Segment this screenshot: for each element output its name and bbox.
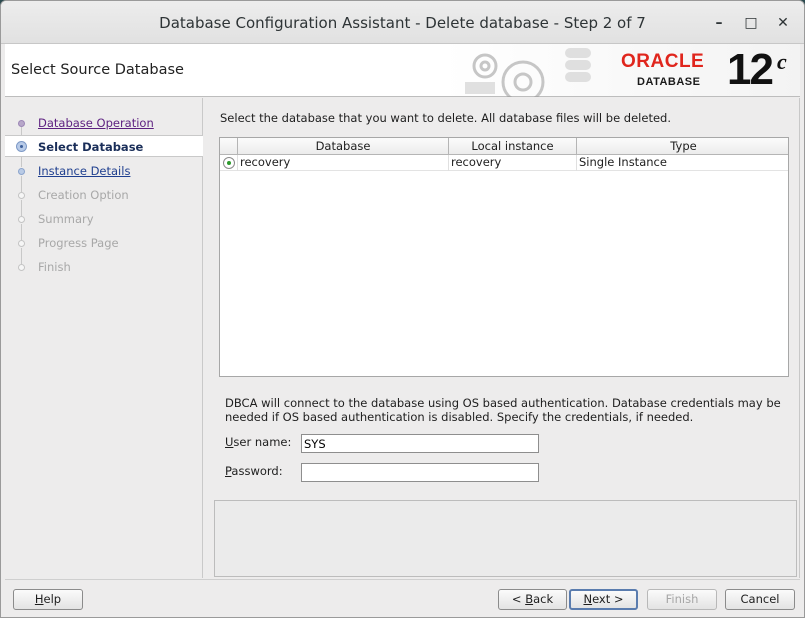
window-title: Database Configuration Assistant - Delet… [159,14,646,32]
minimize-button[interactable]: – [709,13,729,33]
step-disabled-icon [18,192,25,199]
step-label: Summary [38,212,94,226]
message-panel [214,500,797,577]
step-progress-page: Progress Page [5,224,203,254]
column-header-database[interactable]: Database [238,138,449,154]
step-disabled-icon [18,264,25,271]
table-header: Database Local instance Type [220,138,788,155]
back-prefix: < [511,592,526,606]
cell-local-instance[interactable]: recovery [449,155,577,171]
next-button[interactable]: Next > [569,589,638,610]
page-header: Select Source Database ORACLE DATABASE 1… [5,44,800,97]
next-label: ext > [592,592,624,606]
logo-brand: ORACLE [621,51,705,72]
cell-type[interactable]: Single Instance [577,155,790,171]
page-title: Select Source Database [11,62,184,78]
gears-graphic-icon [465,48,591,97]
select-column-header [220,138,238,154]
step-done-icon [18,120,25,127]
step-label: Select Database [38,140,144,154]
button-bar-divider [5,579,800,580]
step-disabled-icon [18,216,25,223]
maximize-button[interactable]: □ [741,13,761,33]
step-database-operation[interactable]: Database Operation [5,112,203,137]
username-label-text: ser name: [233,435,292,449]
step-label: Creation Option [38,188,129,202]
username-input[interactable] [301,434,539,453]
dbca-window: Database Configuration Assistant - Delet… [0,0,805,618]
help-label: elp [43,592,62,606]
main-content: Select the database that you want to del… [205,98,801,578]
cancel-button[interactable]: Cancel [725,589,795,610]
cell-database[interactable]: recovery [238,155,449,171]
help-button[interactable]: Help [13,589,83,610]
help-mnemonic: H [34,592,44,606]
step-finish: Finish [5,248,203,278]
step-connector [21,248,22,264]
step-label: Finish [38,260,71,274]
step-connector [21,176,22,192]
logo-version: 12 [727,45,774,94]
database-table[interactable]: Database Local instance Type recovery re… [219,137,789,377]
step-label[interactable]: Database Operation [38,116,154,130]
step-pending-icon [18,168,25,175]
finish-button: Finish [647,589,717,610]
step-current-icon [16,141,27,152]
password-label: Password: [225,464,283,478]
username-label: User name: [225,435,291,449]
logo-version-suffix: c [777,49,787,74]
row-select-cell[interactable] [220,155,238,171]
step-connector [21,157,22,167]
auth-info-text: DBCA will connect to the database using … [225,396,781,424]
column-header-local-instance[interactable]: Local instance [449,138,577,154]
steps-sidebar: Database Operation Select Database Insta… [5,98,203,578]
step-creation-option: Creation Option [5,176,203,206]
step-connector [21,224,22,240]
step-label[interactable]: Instance Details [38,164,130,178]
step-connector [21,200,22,216]
instruction-text: Select the database that you want to del… [220,111,671,125]
back-label: ack [533,592,554,606]
back-mnemonic: B [525,592,534,606]
password-input[interactable] [301,463,539,482]
oracle-logo: ORACLE DATABASE 12 c [617,45,797,94]
step-disabled-icon [18,240,25,247]
step-instance-details[interactable]: Instance Details [5,157,203,182]
back-button[interactable]: < Back [498,589,567,610]
title-bar[interactable]: Database Configuration Assistant - Delet… [1,1,804,44]
close-button[interactable]: ✕ [773,13,793,33]
logo-product: DATABASE [637,76,701,88]
column-header-type[interactable]: Type [577,138,790,154]
row-radio-button[interactable] [223,157,235,169]
step-summary: Summary [5,200,203,230]
table-row[interactable]: recovery recovery Single Instance [220,155,788,171]
step-select-database: Select Database [5,135,203,157]
password-label-text: assword: [231,464,283,478]
step-label: Progress Page [38,236,119,250]
next-mnemonic: N [583,592,593,606]
right-edge-scroll [799,98,804,578]
